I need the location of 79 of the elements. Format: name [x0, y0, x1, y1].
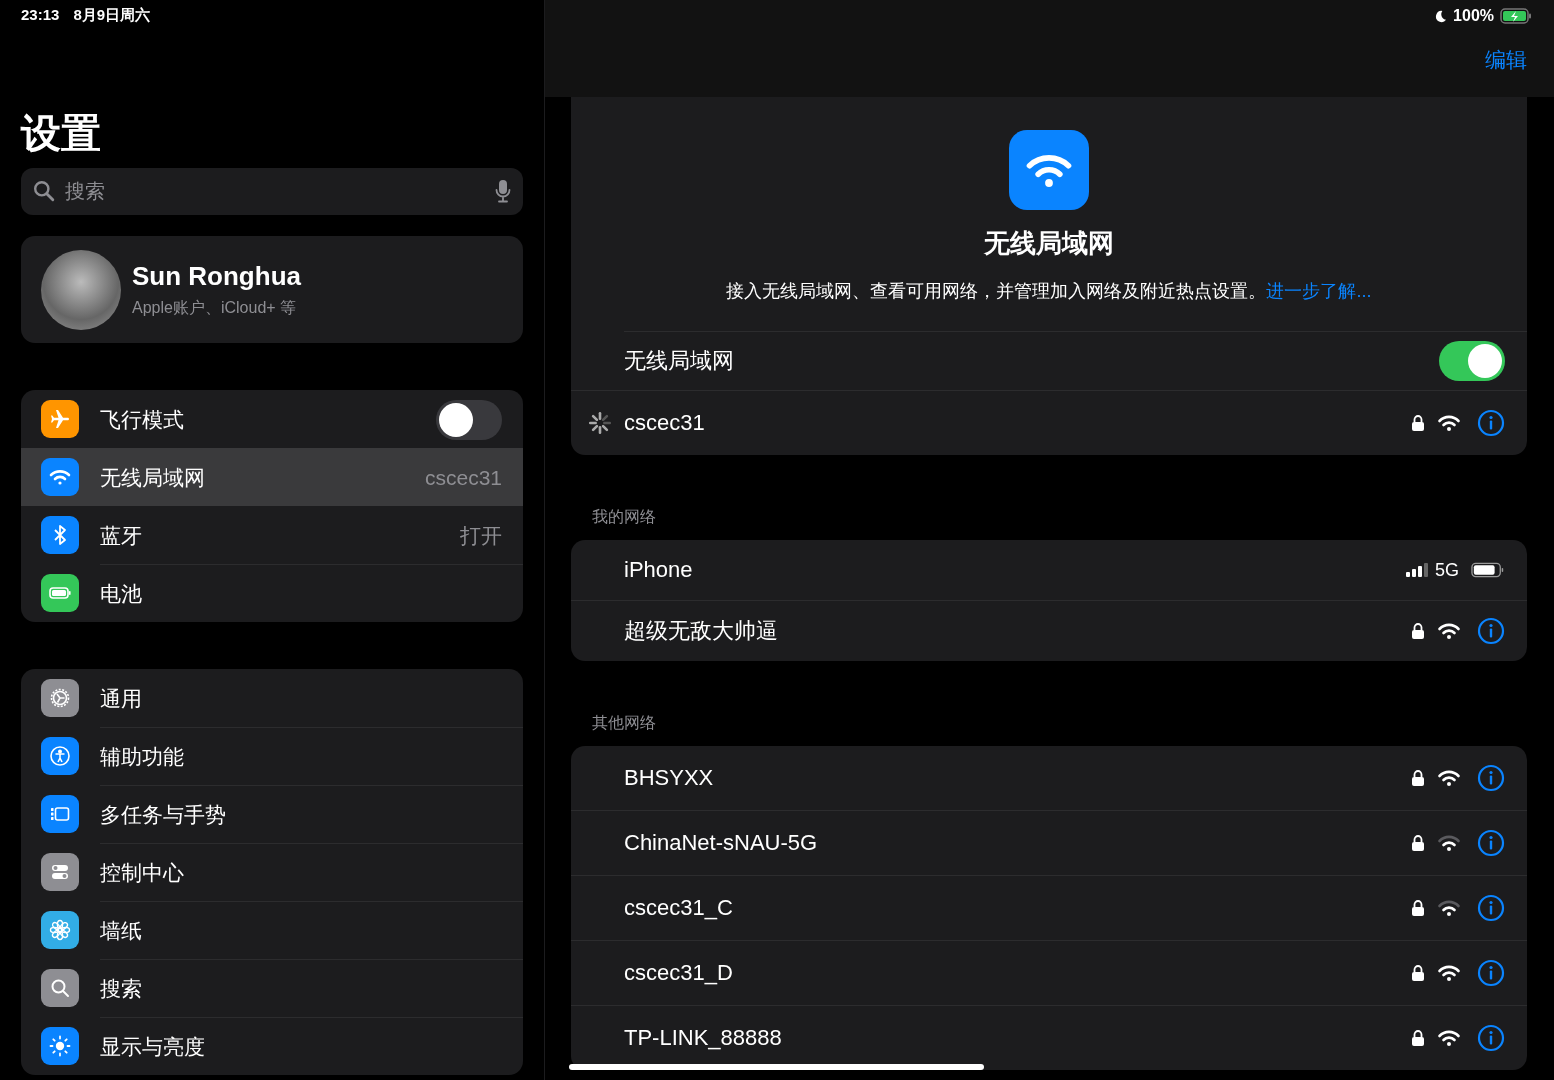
sidebar-item[interactable]: 飞行模式	[21, 390, 523, 448]
sidebar-item[interactable]: 搜索	[21, 959, 523, 1017]
section-header: 我的网络	[591, 507, 657, 527]
sidebar-item[interactable]: 控制中心	[21, 843, 523, 901]
network-type: 5G	[1435, 559, 1459, 581]
network-name: cscec31_C	[624, 895, 734, 921]
microphone-icon[interactable]	[495, 179, 511, 203]
sidebar-item-label: 无线局域网	[100, 464, 205, 491]
section-header: 其他网络	[591, 713, 657, 733]
sidebar-item-label: 墙纸	[100, 917, 142, 944]
network-row[interactable]: ChinaNet-sNAU-5G	[571, 810, 1527, 875]
battery-percentage: 100%	[1453, 7, 1494, 25]
sidebar-item-value: cscec31	[424, 465, 502, 490]
sidebar-item[interactable]: 显示与亮度	[21, 1017, 523, 1075]
wifi-description: 接入无线局域网、查看可用网络，并管理加入网络及附近热点设置。进一步了解...	[726, 280, 1372, 303]
wifi-title: 无线局域网	[984, 227, 1114, 260]
status-time: 23:13	[21, 6, 60, 25]
wifi-app-icon	[1009, 130, 1089, 210]
info-icon[interactable]	[1477, 829, 1505, 857]
sidebar-item[interactable]: 电池	[21, 564, 523, 622]
info-icon[interactable]	[1477, 764, 1505, 792]
info-icon[interactable]	[1477, 617, 1505, 645]
status-date: 8月9日周六	[73, 6, 151, 25]
sidebar-item-label: 控制中心	[100, 859, 184, 886]
network-name: ChinaNet-sNAU-5G	[624, 830, 819, 856]
sidebar-item-label: 电池	[100, 580, 142, 607]
network-row[interactable]: 超级无敌大帅逼	[571, 600, 1527, 661]
sidebar-item[interactable]: 通用	[21, 669, 523, 727]
network-name: BHSYXX	[624, 765, 715, 791]
network-row[interactable]: cscec31_D	[571, 940, 1527, 1005]
lock-icon	[1411, 1029, 1425, 1047]
network-name: 超级无敌大帅逼	[624, 617, 779, 645]
sidebar-item-value: 打开	[460, 522, 502, 549]
learn-more-link[interactable]: 进一步了解...	[1266, 281, 1372, 301]
lock-icon	[1411, 834, 1425, 852]
sidebar-item-label: 多任务与手势	[100, 801, 226, 828]
network-row[interactable]: cscec31	[571, 390, 1527, 455]
profile-subtitle: Apple账户、iCloud+ 等	[132, 297, 298, 318]
sidebar-item[interactable]: 辅助功能	[21, 727, 523, 785]
sidebar-item-label: 通用	[100, 685, 142, 712]
lock-icon	[1411, 622, 1425, 640]
lock-icon	[1411, 414, 1425, 432]
toggle-switch[interactable]	[1439, 341, 1505, 381]
profile-card[interactable]: Sun Ronghua Apple账户、iCloud+ 等	[21, 236, 523, 343]
network-row[interactable]: iPhone 5G	[571, 540, 1527, 600]
profile-name: Sun Ronghua	[132, 260, 301, 292]
lock-icon	[1411, 899, 1425, 917]
moon-icon	[1434, 9, 1448, 23]
network-name: cscec31	[624, 410, 706, 436]
sidebar-item-label: 搜索	[100, 975, 142, 1002]
edit-button[interactable]: 编辑	[1485, 46, 1527, 74]
lock-icon	[1411, 964, 1425, 982]
network-name: TP-LINK_88888	[624, 1025, 783, 1051]
info-icon[interactable]	[1477, 1024, 1505, 1052]
lock-icon	[1411, 769, 1425, 787]
sidebar-item-label: 辅助功能	[100, 743, 184, 770]
search-field[interactable]: 搜索	[21, 168, 523, 215]
info-icon[interactable]	[1477, 959, 1505, 987]
cellular-signal-icon	[1405, 562, 1429, 578]
wifi-signal-icon	[1437, 414, 1461, 432]
network-name: iPhone	[624, 557, 694, 583]
wifi-toggle-label: 无线局域网	[624, 347, 735, 375]
battery-icon	[1471, 562, 1505, 578]
sidebar-item[interactable]: 多任务与手势	[21, 785, 523, 843]
network-name: cscec31_D	[624, 960, 734, 986]
page-title: 设置	[21, 110, 102, 156]
battery-icon	[1500, 8, 1532, 24]
info-icon[interactable]	[1477, 409, 1505, 437]
sidebar-item-label: 蓝牙	[100, 522, 142, 549]
network-row[interactable]: BHSYXX	[571, 746, 1527, 810]
sidebar-item-label: 飞行模式	[100, 406, 184, 433]
sidebar-item-label: 显示与亮度	[100, 1033, 205, 1060]
sidebar-item[interactable]: 蓝牙 打开	[21, 506, 523, 564]
sidebar-item[interactable]: 无线局域网 cscec31	[21, 448, 523, 506]
info-icon[interactable]	[1477, 894, 1505, 922]
loading-spinner-icon	[587, 410, 613, 436]
sidebar-item[interactable]: 墙纸	[21, 901, 523, 959]
network-row[interactable]: cscec31_C	[571, 875, 1527, 940]
toggle-switch[interactable]	[436, 399, 502, 440]
